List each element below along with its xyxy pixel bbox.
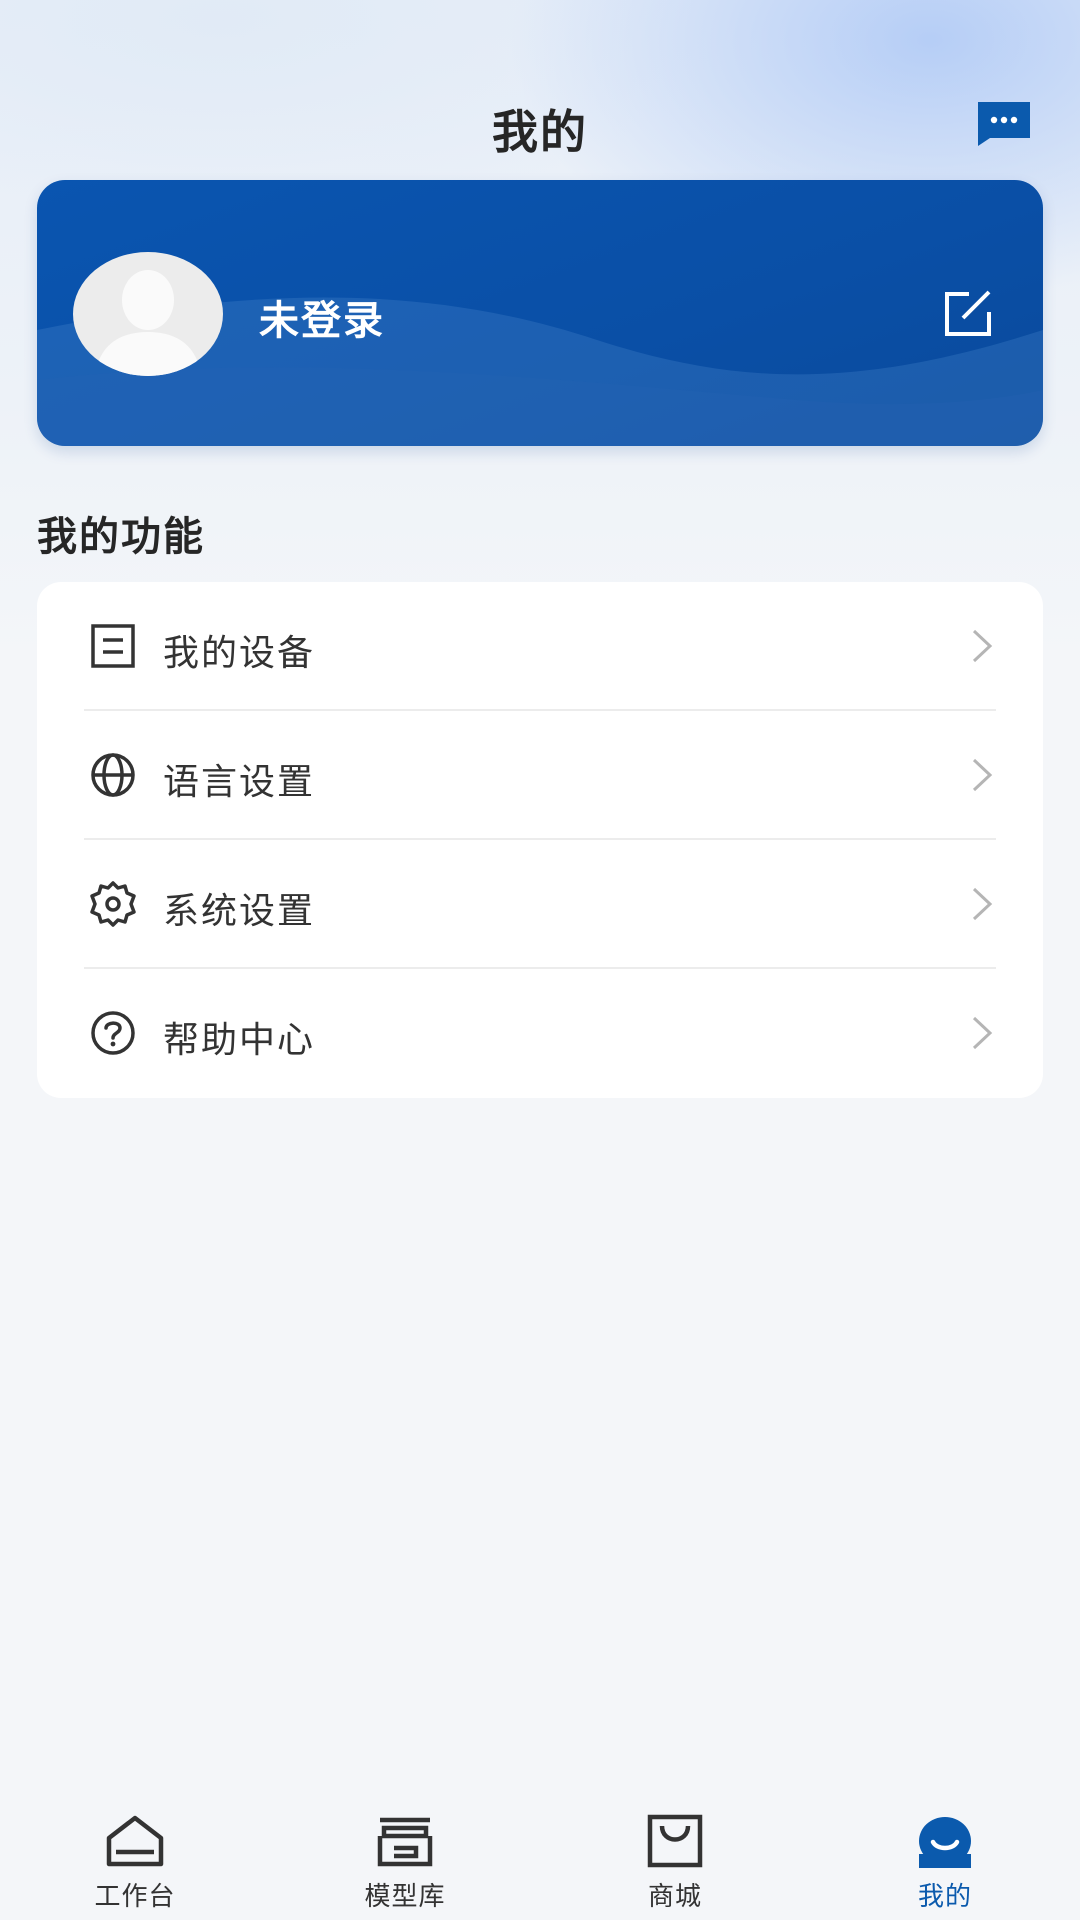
avatar[interactable] <box>73 252 223 376</box>
menu-item-label: 帮助中心 <box>163 1020 316 1061</box>
menu-item-label: 我的设备 <box>163 633 316 674</box>
tab-mine[interactable]: 我的 <box>860 1790 1030 1920</box>
chevron-right-icon <box>972 758 993 792</box>
globe-icon <box>91 753 135 797</box>
shopping-bag-icon <box>647 1814 703 1868</box>
chevron-right-icon <box>972 1016 993 1050</box>
tab-label: 工作台 <box>94 1882 176 1912</box>
tab-label: 我的 <box>917 1882 972 1912</box>
default-avatar-icon <box>95 270 201 376</box>
bottom-tab-bar: 工作台 模型库 商城 我的 <box>0 1790 1080 1920</box>
menu-item-label: 语言设置 <box>163 762 316 803</box>
tab-label: 模型库 <box>364 1882 446 1912</box>
menu-item-my-devices[interactable]: 我的设备 <box>37 582 1043 711</box>
section-title: 我的功能 <box>37 514 205 560</box>
profile-card[interactable]: 未登录 <box>37 180 1043 446</box>
edit-profile-button[interactable] <box>943 290 995 338</box>
menu-item-label: 系统设置 <box>163 891 316 932</box>
device-icon <box>91 624 135 668</box>
tab-workbench[interactable]: 工作台 <box>50 1790 220 1920</box>
menu-item-system-settings[interactable]: 系统设置 <box>37 840 1043 969</box>
tab-shop[interactable]: 商城 <box>590 1790 760 1920</box>
tab-label: 商城 <box>647 1882 702 1912</box>
login-status-text[interactable]: 未登录 <box>259 288 385 346</box>
message-button[interactable] <box>976 100 1032 148</box>
chevron-right-icon <box>972 887 993 921</box>
menu-item-language-settings[interactable]: 语言设置 <box>37 711 1043 840</box>
profile-icon <box>919 1817 971 1868</box>
menu-item-help-center[interactable]: 帮助中心 <box>37 969 1043 1098</box>
gear-icon <box>90 881 136 927</box>
home-icon <box>106 1815 164 1867</box>
profile-page: 我的 未登录 我的功能 我的设备 语言设置 系统设置 帮助中心 工作台 模型库 … <box>0 0 1080 1920</box>
help-icon <box>91 1011 135 1055</box>
tab-model-library[interactable]: 模型库 <box>320 1790 490 1920</box>
edit-icon <box>945 290 991 336</box>
function-menu: 我的设备 语言设置 系统设置 帮助中心 <box>37 582 1043 1098</box>
archive-icon <box>377 1817 433 1867</box>
page-title: 我的 <box>492 105 588 159</box>
chat-bubble-icon <box>978 102 1030 146</box>
chevron-right-icon <box>972 629 993 663</box>
